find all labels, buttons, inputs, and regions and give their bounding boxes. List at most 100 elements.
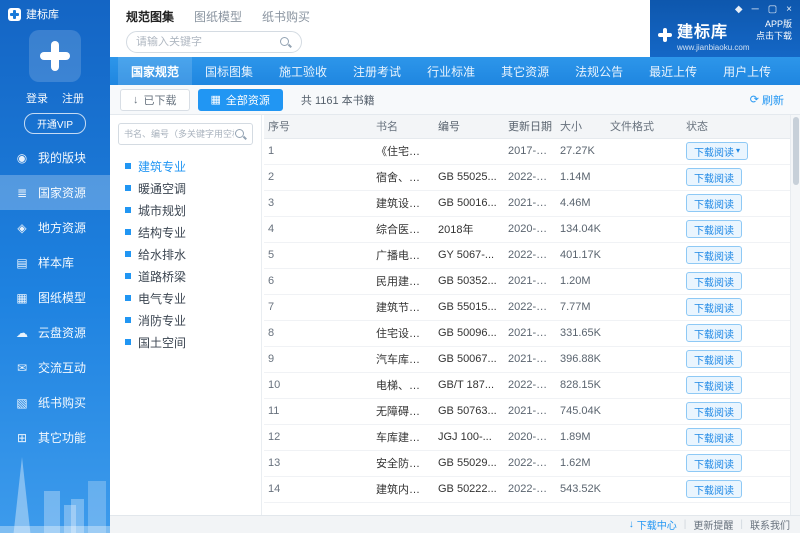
- cell-index: 5: [264, 242, 372, 269]
- download-read-button[interactable]: 下载阅读 ▾: [686, 324, 742, 342]
- category-item[interactable]: 暖通空调: [125, 177, 253, 199]
- download-read-button[interactable]: 下载阅读 ▾: [686, 246, 742, 264]
- category-nav-item[interactable]: 国家规范: [118, 57, 193, 85]
- cell-status: 下载阅读 ▾: [682, 216, 790, 243]
- brand-url: www.jianbiaoku.com: [677, 43, 750, 52]
- refresh-button[interactable]: ⟳ 刷新: [750, 92, 790, 108]
- sidebar-item[interactable]: ◈ 地方资源: [0, 210, 110, 245]
- table-row[interactable]: 13 安全防范工程通用规范（住建部公开版） GB 55029... 2022-0…: [264, 450, 790, 477]
- download-center-link[interactable]: ↓ 下载中心: [629, 517, 677, 532]
- category-item[interactable]: 消防专业: [125, 309, 253, 331]
- download-read-button[interactable]: 下载阅读 ▾: [686, 298, 742, 316]
- sidebar-item[interactable]: ◉ 我的版块: [0, 140, 110, 175]
- cell-title: 建筑设计防火规范[附条文说明]: [372, 190, 434, 217]
- download-read-button[interactable]: 下载阅读 ▾: [686, 220, 742, 238]
- table-row[interactable]: 8 住宅设计规范[附条文说明] GB 50096... 2021-07-05 3…: [264, 320, 790, 347]
- download-read-button[interactable]: 下载阅读 ▾: [686, 272, 742, 290]
- open-vip-button[interactable]: 开通VIP: [23, 113, 87, 134]
- apps-grid-icon[interactable]: ◆: [735, 4, 743, 15]
- cell-date: 2022-07-13: [504, 372, 556, 399]
- cell-index: 4: [264, 216, 372, 243]
- mode-tab[interactable]: 纸书购买: [262, 8, 310, 25]
- category-label: 暖通空调: [138, 181, 187, 196]
- cell-code: GB 50016...: [434, 190, 504, 217]
- category-item[interactable]: 结构专业: [125, 221, 253, 243]
- category-item[interactable]: 建筑专业: [125, 155, 253, 177]
- category-nav-item[interactable]: 其它资源: [488, 57, 562, 85]
- table-row[interactable]: 14 建筑内部装修设计防火规范[附条文说明] GB 50222... 2022-…: [264, 476, 790, 503]
- table-row[interactable]: 7 建筑节能与可再生能源利用通用规范[附条文说明] GB 55015... 20…: [264, 294, 790, 321]
- mode-tab[interactable]: 图纸模型: [194, 8, 242, 25]
- category-item[interactable]: 城市规划: [125, 199, 253, 221]
- category-nav-item[interactable]: 国标图集: [192, 57, 266, 85]
- downloaded-tab-button[interactable]: ↓ 已下载: [120, 88, 190, 111]
- search-icon[interactable]: [279, 36, 292, 49]
- register-link[interactable]: 注册: [62, 90, 84, 106]
- cell-date: 2021-07-05: [504, 320, 556, 347]
- cell-index: 3: [264, 190, 372, 217]
- sidebar-item[interactable]: ☁ 云盘资源: [0, 315, 110, 350]
- download-read-button[interactable]: 下载阅读 ▾: [686, 194, 742, 212]
- download-read-button[interactable]: 下载阅读 ▾: [686, 402, 742, 420]
- table-row[interactable]: 10 电梯、自动扶梯和自动人行道维修规范 GB/T 187... 2022-07…: [264, 372, 790, 399]
- global-search-input[interactable]: [136, 36, 279, 48]
- table-row[interactable]: 6 民用建筑设计统一标准[附条文说明] GB 50352... 2021-06-…: [264, 268, 790, 295]
- app-version-badge: APP版: [764, 19, 792, 29]
- book-search-input[interactable]: [124, 129, 234, 139]
- table-header-row: 序号 书名 编号 更新日期 大小 文件格式 状态: [264, 115, 790, 139]
- brand-name: 建标库: [677, 24, 729, 41]
- table-row[interactable]: 11 无障碍设计规范[附条文说明] GB 50763... 2021-03-26…: [264, 398, 790, 425]
- sidebar-item[interactable]: ▦ 图纸模型: [0, 280, 110, 315]
- vertical-scrollbar[interactable]: [790, 115, 800, 515]
- table-row[interactable]: 3 建筑设计防火规范[附条文说明] GB 50016... 2021-06-30…: [264, 190, 790, 217]
- sidebar-item-icon: ◉: [16, 150, 28, 165]
- category-nav-item[interactable]: 用户上传: [710, 57, 784, 85]
- minimize-button[interactable]: ─: [752, 4, 759, 15]
- close-button[interactable]: ×: [786, 4, 792, 15]
- download-read-button[interactable]: 下载阅读 ▾: [686, 142, 749, 160]
- login-link[interactable]: 登录: [26, 90, 48, 106]
- table-row[interactable]: 5 广播电视建筑设计防火规范[附条文说明] GY 5067-... 2022-0…: [264, 242, 790, 269]
- table-row[interactable]: 12 车库建筑设计规范[附条文说明] JGJ 100-... 2020-09-2…: [264, 424, 790, 451]
- category-item[interactable]: 道路桥梁: [125, 265, 253, 287]
- sidebar-item[interactable]: ⊞ 其它功能: [0, 420, 110, 455]
- download-read-button[interactable]: 下载阅读 ▾: [686, 168, 742, 186]
- download-read-button[interactable]: 下载阅读 ▾: [686, 454, 742, 472]
- category-item[interactable]: 国土空间: [125, 331, 253, 353]
- maximize-button[interactable]: ▢: [768, 4, 777, 15]
- category-bullet-icon: [125, 207, 131, 213]
- sidebar-item[interactable]: ≣ 国家资源: [0, 175, 110, 210]
- sidebar-item[interactable]: ▤ 样本库: [0, 245, 110, 280]
- window-controls: ◆ ─ ▢ ×: [658, 3, 792, 16]
- category-nav-item[interactable]: 施工验收: [266, 57, 340, 85]
- category-item[interactable]: 给水排水: [125, 243, 253, 265]
- download-read-button[interactable]: 下载阅读 ▾: [686, 376, 742, 394]
- download-read-button[interactable]: 下载阅读 ▾: [686, 428, 742, 446]
- category-item[interactable]: 电气专业: [125, 287, 253, 309]
- sidebar-item-label: 纸书购买: [38, 396, 87, 410]
- search-icon[interactable]: [234, 128, 247, 141]
- category-nav-item[interactable]: 注册考试: [340, 57, 414, 85]
- cell-format: [606, 294, 682, 321]
- mode-tab[interactable]: 规范图集: [126, 8, 174, 25]
- table-row[interactable]: 9 汽车库、修车库、停车场设计防火规范[附条文说明] GB 50067... 2…: [264, 346, 790, 373]
- download-app-link[interactable]: 点击下载: [756, 31, 792, 43]
- cell-format: [606, 190, 682, 217]
- category-nav-item[interactable]: 法规公告: [562, 57, 636, 85]
- download-read-button[interactable]: 下载阅读 ▾: [686, 480, 742, 498]
- sidebar-item[interactable]: ✉ 交流互动: [0, 350, 110, 385]
- table-row[interactable]: 4 综合医院建设标准（征求意见稿） 2018年 2020-01-09 134.0…: [264, 216, 790, 243]
- cell-status: 下载阅读 ▾: [682, 424, 790, 451]
- titlebar: 规范图集 图纸模型 纸书购买 ◆ ─ ▢ ×: [110, 0, 800, 57]
- sidebar-item-label: 云盘资源: [38, 326, 87, 340]
- update-reminder-link[interactable]: 更新提醒: [693, 517, 733, 532]
- category-nav-item[interactable]: 行业标准: [414, 57, 488, 85]
- download-read-button[interactable]: 下载阅读 ▾: [686, 350, 742, 368]
- table-row[interactable]: 2 宿舍、旅馆建筑项目规范（住建部公开版） GB 55025... 2022-0…: [264, 164, 790, 191]
- scrollbar-thumb[interactable]: [793, 117, 799, 185]
- contact-us-link[interactable]: 联系我们: [750, 517, 790, 532]
- sidebar-item[interactable]: ▧ 纸书购买: [0, 385, 110, 420]
- all-resources-tab-button[interactable]: ▦ 全部资源: [197, 88, 283, 111]
- table-row[interactable]: 1 《住宅设计规范》GB 50096-2011局部修订条文及具... 2017-…: [264, 138, 790, 165]
- category-nav-item[interactable]: 最近上传: [636, 57, 710, 85]
